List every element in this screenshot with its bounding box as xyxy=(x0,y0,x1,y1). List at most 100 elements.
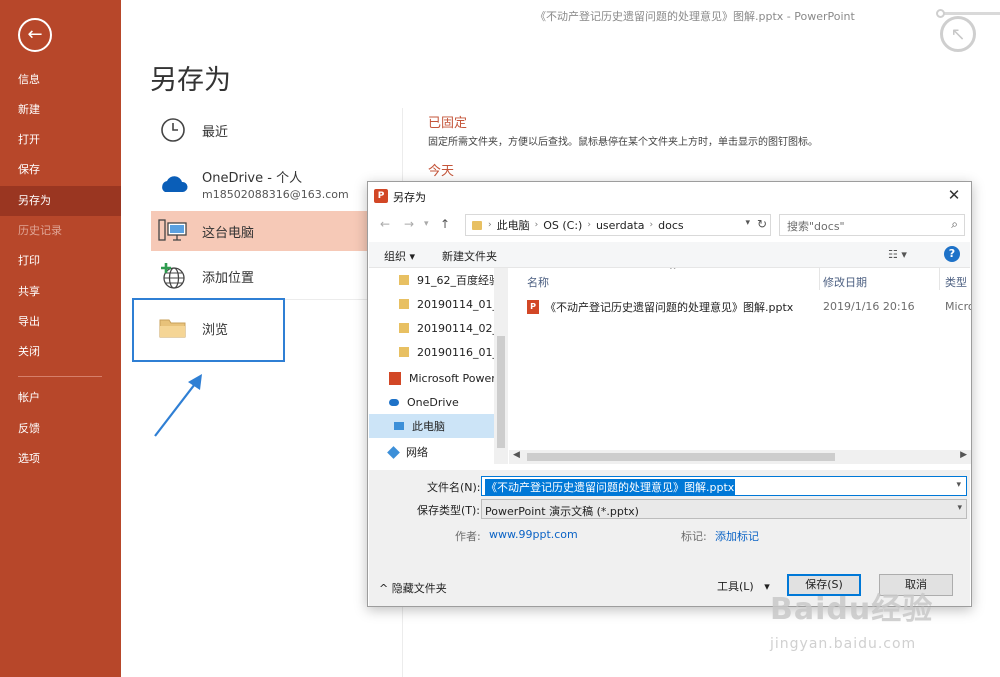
column-header-date[interactable]: 修改日期 xyxy=(823,274,867,290)
file-row[interactable]: P 《不动产登记历史遗留问题的处理意见》图解.pptx xyxy=(527,299,793,315)
nav-item-export[interactable]: 导出 xyxy=(0,307,121,337)
horizontal-scrollbar[interactable]: ◀ ▶ xyxy=(509,450,971,464)
recent-dropdown-icon[interactable]: ▾ xyxy=(424,219,429,229)
chevron-down-icon[interactable]: ▾ xyxy=(745,218,750,228)
nav-item-save-as[interactable]: 另存为 xyxy=(0,186,121,216)
organize-button[interactable]: 组织 ▾ xyxy=(384,248,415,264)
watermark-logo-text: Baidu经验 xyxy=(770,592,934,627)
tree-item[interactable]: 20190114_02_B xyxy=(369,316,494,340)
new-folder-button[interactable]: 新建文件夹 xyxy=(442,248,497,264)
chevron-down-icon: ▾ xyxy=(764,580,770,593)
location-label: 添加位置 xyxy=(202,270,255,286)
file-type: Micro xyxy=(945,300,971,313)
location-recent[interactable]: 最近 xyxy=(151,112,401,148)
back-icon[interactable]: ← xyxy=(380,217,390,231)
tree-item[interactable]: 91_62_百度经验 xyxy=(369,268,494,292)
filetype-value: PowerPoint 演示文稿 (*.pptx) xyxy=(485,505,639,518)
nav-item-close[interactable]: 关闭 xyxy=(0,337,121,367)
tree-item[interactable]: 此电脑 xyxy=(369,414,494,438)
location-onedrive[interactable]: OneDrive - 个人 m18502088316@163.com xyxy=(151,164,401,204)
chevron-down-icon[interactable]: ▾ xyxy=(957,503,962,513)
column-divider[interactable] xyxy=(939,268,940,290)
tree-item[interactable]: 网络 xyxy=(369,440,494,464)
decorative-line xyxy=(938,12,1000,15)
nav-item-info[interactable]: 信息 xyxy=(0,65,121,95)
nav-item-open[interactable]: 打开 xyxy=(0,125,121,155)
powerpoint-icon: P xyxy=(374,189,388,203)
location-label: OneDrive - 个人 xyxy=(202,171,303,186)
tree-item[interactable]: 20190116_01_F xyxy=(369,340,494,364)
close-button[interactable]: ✕ xyxy=(943,184,965,206)
breadcrumb-item[interactable]: OS (C:) xyxy=(543,219,582,232)
location-add-place[interactable]: 添加位置 xyxy=(151,258,401,294)
save-as-dialog: P 另存为 ✕ ← → ▾ ↑ › 此电脑 › OS (C:) › userda… xyxy=(367,181,972,607)
highlight-box xyxy=(132,298,285,362)
breadcrumb-item[interactable]: userdata xyxy=(596,219,645,232)
view-options-icon[interactable]: ☷ ▾ xyxy=(888,248,907,261)
add-tags-link[interactable]: 添加标记 xyxy=(715,528,759,544)
folder-icon xyxy=(399,299,409,309)
chevron-down-icon[interactable]: ▾ xyxy=(955,480,962,490)
location-label: 最近 xyxy=(202,124,229,140)
filetype-label: 保存类型(T): xyxy=(417,504,481,517)
network-icon xyxy=(387,445,400,459)
refresh-icon[interactable]: ↻ xyxy=(757,217,767,231)
column-header-name[interactable]: 名称 xyxy=(527,274,549,290)
address-row: ← → ▾ ↑ › 此电脑 › OS (C:) › userdata › doc… xyxy=(368,212,971,238)
scroll-left-icon[interactable]: ◀ xyxy=(513,450,520,460)
column-divider[interactable] xyxy=(819,268,820,290)
tree-item-label: 20190116_01_F xyxy=(417,345,494,359)
column-header-type[interactable]: 类型 xyxy=(945,274,967,290)
breadcrumb-item[interactable]: docs xyxy=(658,219,684,232)
address-bar[interactable]: › 此电脑 › OS (C:) › userdata › docs ▾ ↻ xyxy=(465,214,771,236)
tree-item[interactable]: Microsoft Power xyxy=(369,366,494,390)
nav-item-print[interactable]: 打印 xyxy=(0,246,121,276)
hide-folders-toggle[interactable]: ^ 隐藏文件夹 xyxy=(379,580,447,596)
nav-item-share[interactable]: 共享 xyxy=(0,277,121,307)
page-title: 另存为 xyxy=(150,65,231,96)
nav-item-account[interactable]: 帐户 xyxy=(0,383,121,413)
location-this-pc[interactable]: 这台电脑 xyxy=(151,211,401,251)
nav-item-feedback[interactable]: 反馈 xyxy=(0,414,121,444)
watermark: Baidu经验 jingyan.baidu.com xyxy=(770,584,933,652)
search-icon[interactable]: ⌕ xyxy=(951,217,958,232)
vertical-scrollbar[interactable] xyxy=(494,268,508,464)
tree-item[interactable]: OneDrive xyxy=(369,390,494,414)
search-input[interactable]: 搜索"docs" ⌕ xyxy=(779,214,965,236)
tools-button[interactable]: 工具(L) ▾ xyxy=(717,578,770,594)
location-label: 这台电脑 xyxy=(202,225,255,241)
file-list: 名称 ^ 修改日期 类型 P 《不动产登记历史遗留问题的处理意见》图解.pptx… xyxy=(509,268,971,464)
chevron-right-icon[interactable]: › xyxy=(650,220,654,230)
forward-icon[interactable]: → xyxy=(404,217,414,231)
filename-input[interactable]: 《不动产登记历史遗留问题的处理意见》图解.pptx ▾ xyxy=(481,476,967,496)
up-arrow-icon[interactable]: ↑ xyxy=(440,217,450,231)
breadcrumb-item[interactable]: 此电脑 xyxy=(497,217,530,233)
chevron-right-icon[interactable]: › xyxy=(587,220,591,230)
dialog-titlebar[interactable]: P 另存为 ✕ xyxy=(368,182,971,210)
chevron-right-icon[interactable]: › xyxy=(535,220,539,230)
nav-item-save[interactable]: 保存 xyxy=(0,155,121,185)
nav-divider xyxy=(18,376,102,377)
scroll-right-icon[interactable]: ▶ xyxy=(960,450,967,460)
backstage-nav: ← 信息 新建 打开 保存 另存为 历史记录 打印 共享 导出 关闭 帐户 反馈… xyxy=(0,0,121,677)
search-placeholder: 搜索"docs" xyxy=(787,220,845,233)
nav-item-new[interactable]: 新建 xyxy=(0,95,121,125)
nav-item-options[interactable]: 选项 xyxy=(0,444,121,474)
filetype-select[interactable]: PowerPoint 演示文稿 (*.pptx) ▾ xyxy=(481,499,967,519)
back-arrow-icon[interactable]: ← xyxy=(18,18,52,52)
cloud-icon xyxy=(155,167,191,201)
account-email: m18502088316@163.com xyxy=(202,188,349,201)
tree-item[interactable]: 20190114_01_B xyxy=(369,292,494,316)
pinned-heading: 已固定 xyxy=(428,116,468,131)
scrollbar-thumb[interactable] xyxy=(527,453,835,461)
chevron-right-icon[interactable]: › xyxy=(488,220,492,230)
nav-item-history: 历史记录 xyxy=(18,224,62,237)
file-name: 《不动产登记历史遗留问题的处理意见》图解.pptx xyxy=(545,301,794,314)
scrollbar-thumb[interactable] xyxy=(497,336,505,448)
tree-item-label: 20190114_02_B xyxy=(417,321,494,335)
folder-icon xyxy=(399,347,409,357)
author-value[interactable]: www.99ppt.com xyxy=(489,528,578,541)
decorative-dot xyxy=(936,9,945,18)
help-button[interactable]: ? xyxy=(944,246,960,262)
tree-item-label: 91_62_百度经验 xyxy=(417,274,494,287)
